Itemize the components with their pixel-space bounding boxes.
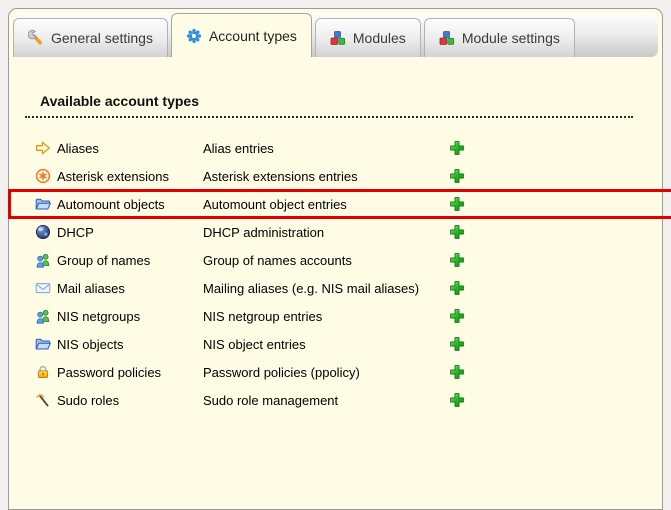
- section-title: Available account types: [25, 93, 633, 118]
- add-plus-icon[interactable]: [449, 336, 465, 352]
- add-plus-icon[interactable]: [449, 196, 465, 212]
- add-plus-icon[interactable]: [449, 364, 465, 380]
- account-type-row-automount-objects: Automount objects Automount object entri…: [25, 190, 662, 218]
- account-type-row-group-of-names: Group of names Group of names accounts: [25, 246, 662, 274]
- wrench-icon: [28, 30, 44, 46]
- asterisk-icon: [35, 168, 51, 184]
- account-type-description: Alias entries: [203, 141, 449, 156]
- account-type-row-mail-aliases: Mail aliases Mailing aliases (e.g. NIS m…: [25, 274, 662, 302]
- tab-general-settings[interactable]: General settings: [13, 18, 168, 57]
- account-type-label: Asterisk extensions: [57, 169, 203, 184]
- alias-arrow-icon: [35, 140, 51, 156]
- account-type-description: DHCP administration: [203, 225, 449, 240]
- account-type-label: Aliases: [57, 141, 203, 156]
- account-type-row-nis-objects: NIS objects NIS object entries: [25, 330, 662, 358]
- account-type-description: Group of names accounts: [203, 253, 449, 268]
- account-type-label: NIS netgroups: [57, 309, 203, 324]
- account-type-row-aliases: Aliases Alias entries: [25, 134, 662, 162]
- account-type-row-asterisk-extensions: Asterisk extensions Asterisk extensions …: [25, 162, 662, 190]
- account-type-row-password-policies: Password policies Password policies (ppo…: [25, 358, 662, 386]
- account-type-row-dhcp: DHCP DHCP administration: [25, 218, 662, 246]
- globe-icon: [35, 224, 51, 240]
- add-plus-icon[interactable]: [449, 280, 465, 296]
- account-type-description: Automount object entries: [203, 197, 449, 212]
- gear-icon: [186, 28, 202, 44]
- account-type-description: Mailing aliases (e.g. NIS mail aliases): [203, 281, 449, 296]
- account-types-list: Aliases Alias entries Asterisk extension…: [25, 134, 662, 414]
- wand-icon: [35, 392, 51, 408]
- account-type-label: Group of names: [57, 253, 203, 268]
- account-types-content: Available account types Aliases Alias en…: [9, 93, 662, 414]
- tab-label: Modules: [353, 30, 406, 46]
- account-type-label: Automount objects: [57, 197, 203, 212]
- settings-panel: General settings Account types Modules M…: [8, 8, 663, 510]
- add-plus-icon[interactable]: [449, 392, 465, 408]
- add-plus-icon[interactable]: [449, 252, 465, 268]
- folder-open-icon: [35, 336, 51, 352]
- group-icon: [35, 252, 51, 268]
- modules-icon: [439, 30, 455, 46]
- tab-label: General settings: [51, 30, 153, 46]
- tab-label: Account types: [209, 28, 297, 44]
- group-icon: [35, 308, 51, 324]
- account-type-description: Sudo role management: [203, 393, 449, 408]
- account-type-label: DHCP: [57, 225, 203, 240]
- mail-icon: [35, 280, 51, 296]
- tab-account-types[interactable]: Account types: [171, 13, 312, 57]
- account-type-label: Sudo roles: [57, 393, 203, 408]
- add-plus-icon[interactable]: [449, 224, 465, 240]
- folder-open-icon: [35, 196, 51, 212]
- tab-modules[interactable]: Modules: [315, 18, 421, 57]
- lock-icon: [35, 364, 51, 380]
- tab-module-settings[interactable]: Module settings: [424, 18, 575, 57]
- account-type-description: NIS netgroup entries: [203, 309, 449, 324]
- account-type-description: NIS object entries: [203, 337, 449, 352]
- account-type-description: Asterisk extensions entries: [203, 169, 449, 184]
- add-plus-icon[interactable]: [449, 140, 465, 156]
- account-type-label: Mail aliases: [57, 281, 203, 296]
- account-type-row-nis-netgroups: NIS netgroups NIS netgroup entries: [25, 302, 662, 330]
- add-plus-icon[interactable]: [449, 168, 465, 184]
- tab-label: Module settings: [462, 30, 560, 46]
- add-plus-icon[interactable]: [449, 308, 465, 324]
- account-type-label: NIS objects: [57, 337, 203, 352]
- modules-icon: [330, 30, 346, 46]
- account-type-label: Password policies: [57, 365, 203, 380]
- account-type-description: Password policies (ppolicy): [203, 365, 449, 380]
- account-type-row-sudo-roles: Sudo roles Sudo role management: [25, 386, 662, 414]
- tab-bar: General settings Account types Modules M…: [13, 13, 658, 57]
